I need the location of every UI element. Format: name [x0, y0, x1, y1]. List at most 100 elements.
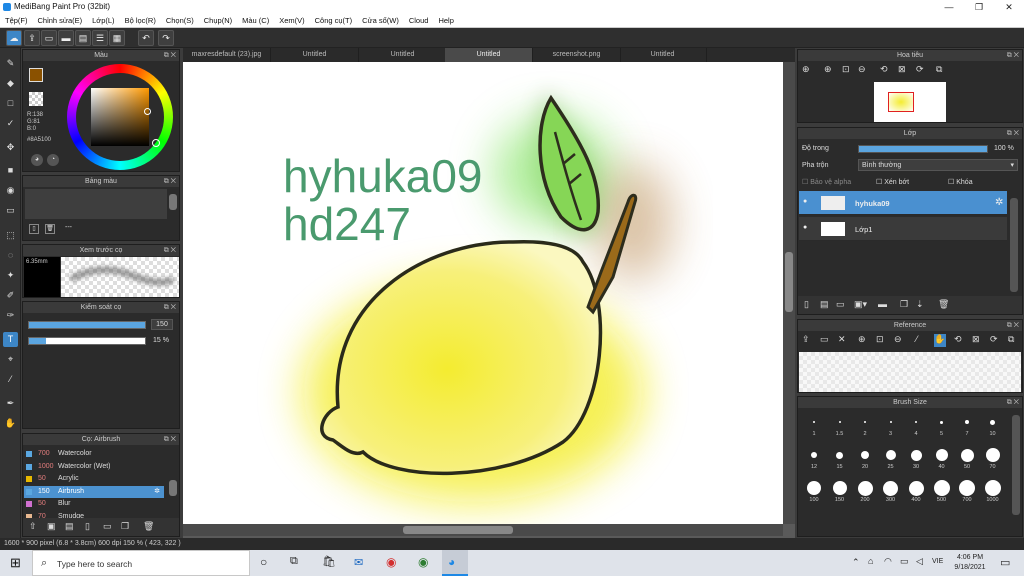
- color-picker-handle[interactable]: [144, 108, 151, 115]
- select-eraser-icon[interactable]: ✑: [3, 308, 18, 323]
- brush-size-cell[interactable]: 25: [879, 446, 903, 470]
- task-view-icon[interactable]: ⧉: [290, 555, 298, 568]
- brush-size-cell[interactable]: 300: [879, 479, 903, 503]
- new-layer-icon[interactable]: ▯: [804, 299, 809, 310]
- gradient-tool-icon[interactable]: ▭: [3, 203, 18, 218]
- tab-screenshot[interactable]: screenshot.png: [533, 48, 621, 62]
- zoom-in-icon[interactable]: ⊕: [802, 64, 810, 75]
- panel-window-icon[interactable]: ⧉ ✕: [1007, 128, 1019, 139]
- delete-palette-icon[interactable]: 🗑: [45, 224, 55, 234]
- brush-size-cell[interactable]: 15: [828, 446, 852, 470]
- reset-icon[interactable]: ⊠: [972, 334, 980, 345]
- brush-list-item[interactable]: 50 Blur: [24, 498, 164, 510]
- brush-size-cell[interactable]: 500: [930, 479, 954, 503]
- mail-icon[interactable]: ✉: [354, 556, 363, 569]
- move-tool-icon[interactable]: ✥: [3, 140, 18, 155]
- palette-area[interactable]: [25, 189, 167, 219]
- panel-window-icon[interactable]: ⧉ ✕: [1007, 397, 1019, 408]
- panel-window-icon[interactable]: ⧉ ✕: [164, 50, 176, 61]
- fill-rect-tool-icon[interactable]: ■: [3, 163, 18, 178]
- layer-scrollbar[interactable]: [1010, 198, 1018, 292]
- panel-window-icon[interactable]: ⧉ ✕: [164, 302, 176, 313]
- visibility-eye-icon[interactable]: ●: [803, 224, 807, 231]
- menu-tools[interactable]: Công cụ(T): [310, 14, 358, 25]
- folder-icon[interactable]: ▬: [878, 299, 887, 309]
- pen-tool-icon[interactable]: ✒: [3, 396, 18, 411]
- lasso-tool-icon[interactable]: ◌: [3, 248, 18, 263]
- rotate-left-icon[interactable]: ⟲: [954, 334, 962, 345]
- zoom-out-icon[interactable]: ⊖: [858, 64, 866, 75]
- brush-size-cell[interactable]: 50: [955, 446, 979, 470]
- new-file-icon[interactable]: ▭: [41, 30, 57, 46]
- brush-list-item[interactable]: 700 Watercolor: [24, 448, 164, 460]
- brush-size-cell[interactable]: 1.5: [828, 413, 852, 437]
- new-halftone-layer-icon[interactable]: ▤: [820, 299, 829, 310]
- brush-size-scrollbar[interactable]: [1012, 415, 1020, 515]
- cloud-upload-icon[interactable]: ⇪: [802, 334, 810, 345]
- rotate-left-icon[interactable]: ⟲: [880, 64, 888, 75]
- brush-size-cell[interactable]: 12: [802, 446, 826, 470]
- bucket-tool-icon[interactable]: ◉: [3, 183, 18, 198]
- brush-size-slider[interactable]: [28, 321, 146, 329]
- brush-tool-icon[interactable]: ✎: [3, 56, 18, 71]
- green-app-icon[interactable]: ◉: [418, 555, 428, 569]
- brush-size-cell[interactable]: 1000: [981, 479, 1005, 503]
- panel-window-icon[interactable]: ⧉ ✕: [164, 176, 176, 187]
- menu-layer[interactable]: Lớp(L): [87, 14, 119, 25]
- brush-size-cell[interactable]: 40: [930, 446, 954, 470]
- brush-size-cell[interactable]: 30: [904, 446, 928, 470]
- flip-icon[interactable]: ⧉: [1008, 334, 1014, 345]
- gear-icon[interactable]: ✲: [154, 486, 160, 498]
- lock-option[interactable]: ☐ Khóa: [948, 178, 973, 186]
- cloud-icon[interactable]: ☁: [6, 30, 22, 46]
- merge-layer-icon[interactable]: ⇣: [916, 299, 924, 310]
- delete-layer-icon[interactable]: 🗑: [938, 299, 949, 310]
- saturation-square[interactable]: [91, 88, 149, 146]
- close-button[interactable]: ✕: [994, 0, 1024, 14]
- zoom-out-icon[interactable]: ⊖: [894, 334, 902, 345]
- brush-size-cell[interactable]: 20: [853, 446, 877, 470]
- tab-untitled-4[interactable]: Untitled: [619, 48, 707, 62]
- brush-size-cell[interactable]: 7: [955, 413, 979, 437]
- rotate-right-icon[interactable]: ⟳: [916, 64, 924, 75]
- color-settings-icon[interactable]: ◔: [47, 154, 59, 166]
- open-folder-icon[interactable]: ▭: [820, 334, 829, 345]
- store-icon[interactable]: 🛍: [322, 555, 336, 568]
- brush-list-item[interactable]: 50 Acrylic: [24, 473, 164, 485]
- opera-icon[interactable]: ◉: [386, 555, 396, 569]
- new-1bit-layer-icon[interactable]: ▭: [836, 299, 845, 310]
- brush-size-cell[interactable]: 1: [802, 413, 826, 437]
- panel-window-icon[interactable]: ⧉ ✕: [164, 245, 176, 256]
- eraser-tool-icon[interactable]: ◆: [3, 76, 18, 91]
- tab-untitled-1[interactable]: Untitled: [271, 48, 359, 62]
- tab-maxresdefault[interactable]: maxresdefault (23).jpg: [183, 48, 271, 62]
- brush-size-cell[interactable]: 3: [879, 413, 903, 437]
- menu-cloud[interactable]: Cloud: [404, 14, 434, 25]
- comment-icon[interactable]: ▬: [58, 30, 74, 46]
- grid-icon[interactable]: ▦: [109, 30, 125, 46]
- duplicate-layer-icon[interactable]: ❐: [900, 299, 908, 310]
- palette-icon[interactable]: ◕: [31, 154, 43, 166]
- blend-mode-select[interactable]: Bình thường ▾: [858, 159, 1018, 171]
- text-tool-icon[interactable]: T: [3, 332, 18, 347]
- menu-window[interactable]: Cửa sổ(W): [357, 14, 404, 25]
- brush-size-value[interactable]: 150: [151, 319, 173, 330]
- restore-button[interactable]: ❐: [964, 0, 994, 14]
- vertical-scroll-thumb[interactable]: [785, 252, 793, 312]
- reset-view-icon[interactable]: ⊠: [898, 64, 906, 75]
- list-icon[interactable]: ☰: [92, 30, 108, 46]
- delete-brush-icon[interactable]: 🗑: [143, 521, 154, 532]
- canvas-horizontal-scrollbar[interactable]: [183, 524, 783, 536]
- main-color-swatch[interactable]: [29, 68, 43, 82]
- brush-list-scrollbar[interactable]: [169, 480, 177, 496]
- hand-tool-icon[interactable]: ✋: [3, 416, 18, 431]
- brush-size-cell[interactable]: 2: [853, 413, 877, 437]
- layer-opacity-slider[interactable]: [858, 145, 988, 153]
- tab-untitled-2[interactable]: Untitled: [359, 48, 447, 62]
- canvas-vertical-scrollbar[interactable]: [783, 62, 795, 524]
- brush-size-cell[interactable]: 100: [802, 479, 826, 503]
- cortana-icon[interactable]: ○: [260, 555, 267, 569]
- menu-select[interactable]: Chọn(S): [161, 14, 199, 25]
- tab-untitled-3[interactable]: Untitled: [445, 48, 533, 62]
- layer-row-lop1[interactable]: ● Lớp1: [799, 217, 1007, 241]
